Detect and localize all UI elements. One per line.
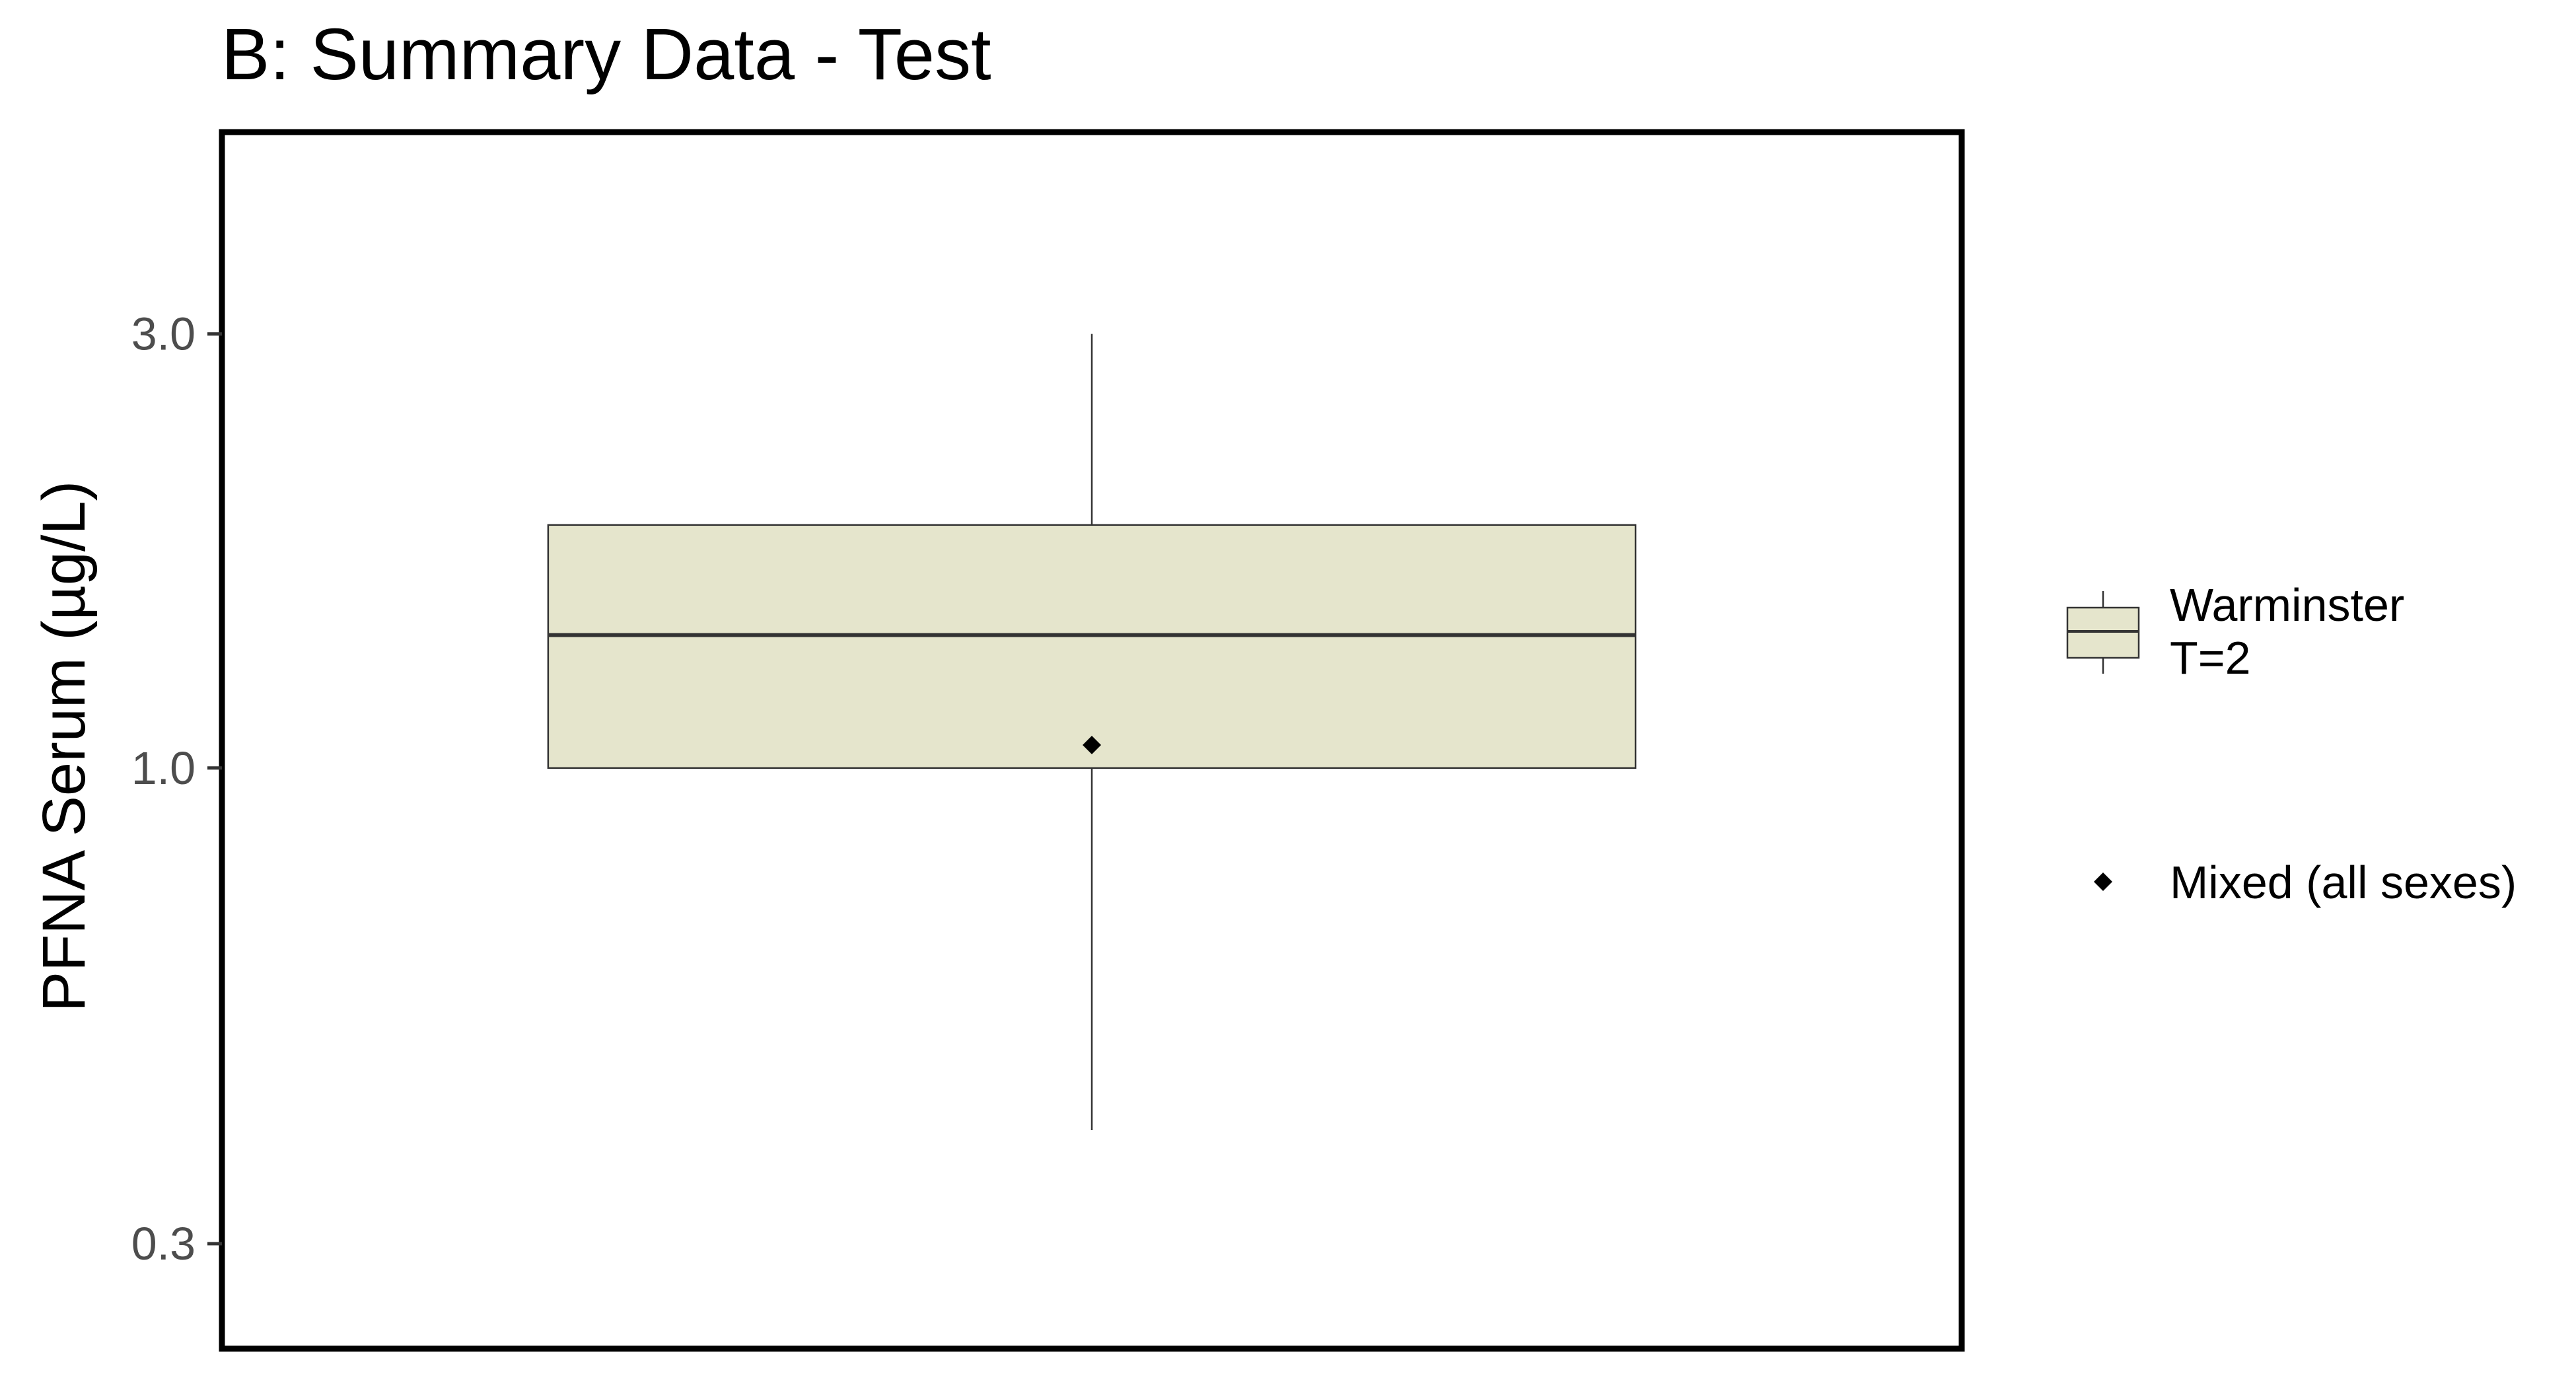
y-axis-label: PFNA Serum (µg/L) [30, 481, 98, 1013]
box-plot-chart: B: Summary Data - Test PFNA Serum (µg/L)… [30, 14, 2517, 1352]
chart-title: B: Summary Data - Test [221, 14, 991, 95]
legend: Warminster T=2 Mixed (all sexes) [2066, 579, 2517, 908]
y-tick-label: 0.3 [131, 1218, 196, 1269]
plot-area [547, 334, 1637, 1130]
legend-series-label: Warminster T=2 [2170, 579, 2404, 684]
box-iqr [547, 524, 1637, 769]
legend-series-label-line: Warminster [2170, 579, 2404, 631]
legend-series-label-line: T=2 [2170, 632, 2251, 684]
y-axis-ticks: 0.3 1.0 3.0 [131, 308, 222, 1269]
legend-mean-marker [2094, 872, 2112, 891]
y-tick-label: 3.0 [131, 308, 196, 360]
legend-mean-label: Mixed (all sexes) [2170, 857, 2517, 908]
y-tick-label: 1.0 [131, 742, 196, 794]
